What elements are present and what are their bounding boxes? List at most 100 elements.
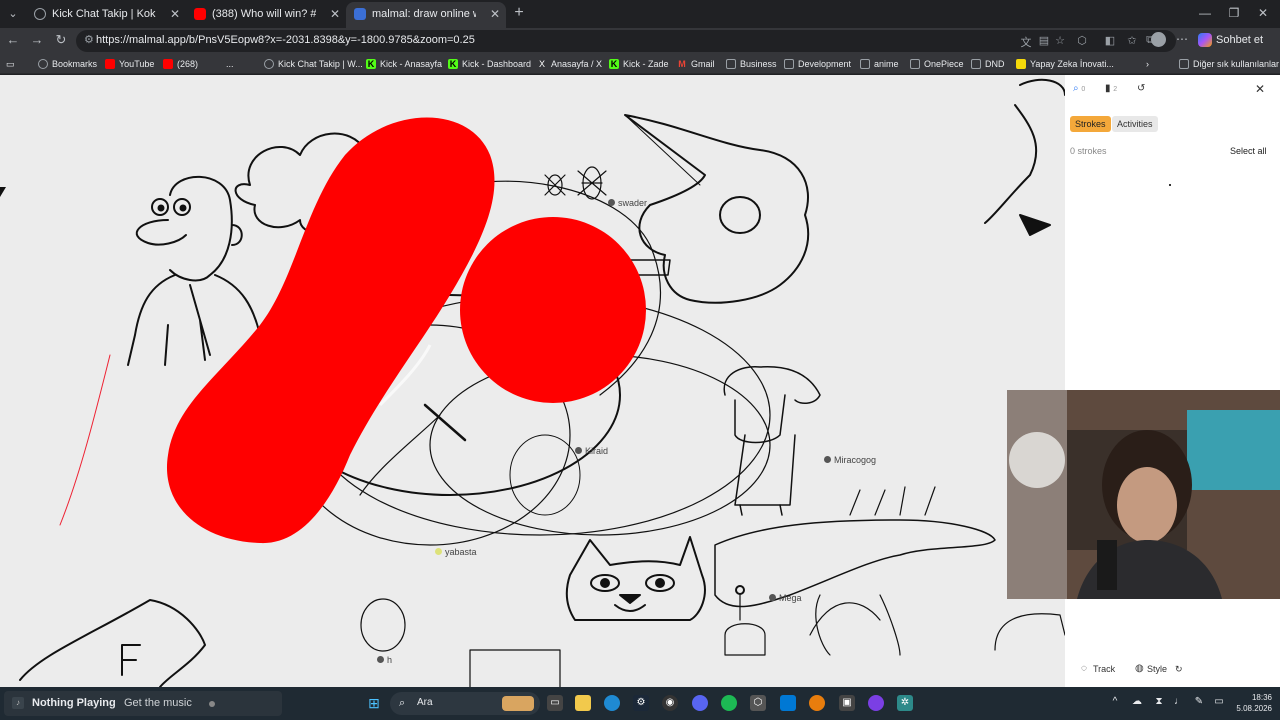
reload-icon[interactable]: ↻ (52, 32, 70, 48)
user-dot-icon (824, 456, 831, 463)
app-gear-icon[interactable]: ✲ (897, 695, 913, 711)
bookmark-label: Yapay Zeka İnovati... (1030, 59, 1114, 69)
edge-icon[interactable] (604, 695, 620, 711)
tab-title: Kick Chat Takip | KokoWich (52, 8, 156, 20)
blender-icon[interactable] (809, 695, 825, 711)
monitor-icon[interactable]: ▭ (1212, 696, 1226, 707)
tab-malmal[interactable]: malmal: draw online with friends ✕ (346, 2, 506, 28)
browser-toolbar: ← → ↻ ⚙ https://malmal.app/b/PnsV5Eopw8?… (0, 28, 1280, 54)
search-icon: ⌕ (399, 697, 406, 709)
network-icon[interactable]: ⧗ (1152, 696, 1166, 707)
folder-icon (726, 59, 736, 69)
tab-label: Activities (1117, 119, 1153, 129)
bookmark-folder-anime[interactable]: anime (860, 57, 899, 71)
close-tab-icon[interactable]: ✕ (490, 2, 500, 26)
tab-strokes[interactable]: Strokes (1070, 116, 1111, 132)
tab-search-icon[interactable]: ⌄ (4, 5, 22, 23)
bookmark-gmail[interactable]: M Gmail (677, 57, 714, 71)
restore-icon[interactable]: ❐ (1225, 6, 1243, 20)
reader-icon[interactable]: ▤ (1036, 34, 1052, 47)
address-bar[interactable]: ⚙ https://malmal.app/b/PnsV5Eopw8?x=-203… (76, 30, 1176, 52)
spotify-icon[interactable] (721, 695, 737, 711)
track-button[interactable]: ◌ Track (1081, 663, 1115, 675)
obs-icon[interactable]: ◉ (662, 695, 678, 711)
folder-icon (1179, 59, 1189, 69)
discord-icon[interactable] (692, 695, 708, 711)
new-tab-button[interactable]: + (510, 4, 528, 22)
bookmark-youtube-268[interactable]: (268) (163, 57, 198, 71)
history-icon[interactable]: ↺ (1137, 83, 1145, 94)
close-tab-icon[interactable]: ✕ (170, 2, 180, 26)
select-all-button[interactable]: Select all (1230, 146, 1267, 156)
user-dot-icon (377, 656, 384, 663)
media-subtitle[interactable]: Get the music (124, 697, 192, 709)
translate-icon[interactable]: 文 (1018, 34, 1034, 50)
media-widget[interactable]: ♪ Nothing Playing Get the music (4, 691, 282, 716)
bookmark-label: Kick - Anasayfa (380, 59, 443, 69)
bookmark-label: Kick Chat Takip | W... (278, 59, 363, 69)
minimize-icon[interactable]: — (1196, 6, 1214, 20)
close-window-icon[interactable]: ✕ (1254, 6, 1272, 20)
user-cursor-h: h (377, 654, 392, 666)
back-icon[interactable]: ← (4, 32, 22, 47)
bookmark-ellipsis[interactable]: ... (226, 57, 234, 71)
extension-icon[interactable]: ⬡ (1074, 34, 1090, 47)
cloud-icon[interactable]: ☁ (1130, 696, 1144, 707)
bookmark-kick-chat[interactable]: Kick Chat Takip | W... (264, 57, 363, 71)
layers-button[interactable]: ▮ 2 (1105, 83, 1117, 94)
tab-kick-chat[interactable]: Kick Chat Takip | KokoWich ✕ (26, 2, 186, 28)
star-icon[interactable]: ☆ (1052, 34, 1068, 47)
microphone-icon[interactable]: ♩ (1172, 696, 1186, 707)
system-clock[interactable]: 18:36 5.08.2026 (1232, 692, 1272, 714)
x-icon: X (538, 59, 545, 69)
chevron-up-icon[interactable]: ^ (1108, 696, 1122, 707)
tab-youtube[interactable]: (388) Who will win? #sports #ufc # ✕ (186, 2, 346, 28)
taskbar-search[interactable]: ⌕ Ara (390, 692, 540, 715)
user-cursor-kiraid: Kiraid (575, 445, 608, 457)
chevron-right-icon[interactable]: › (1146, 57, 1149, 71)
bookmark-label: OnePiece (924, 59, 964, 69)
bookmark-folder-dnd[interactable]: DND (971, 57, 1005, 71)
music-note-icon: ♪ (12, 697, 24, 709)
bookmark-folder-onepiece[interactable]: OnePiece (910, 57, 964, 71)
steam-icon[interactable]: ⚙ (633, 695, 649, 711)
profile-avatar[interactable] (1151, 32, 1166, 47)
vscode-icon[interactable] (780, 695, 796, 711)
palette-icon: ◍ (1135, 663, 1144, 674)
app-window-icon[interactable]: ▣ (839, 695, 855, 711)
split-screen-icon[interactable]: ◧ (1102, 34, 1118, 47)
reset-icon[interactable]: ↻ (1175, 663, 1183, 675)
more-menu-icon[interactable]: ⋯ (1176, 32, 1188, 46)
favorites-icon[interactable]: ✩ (1124, 34, 1140, 47)
drawing-canvas[interactable]: swader Kiraid Miracogog yabasta Mega h (0, 75, 1065, 687)
forward-icon[interactable]: → (28, 32, 46, 47)
bookmark-x[interactable]: X Anasayfa / X (537, 57, 602, 71)
github-desktop-icon[interactable] (868, 695, 884, 711)
bookmark-kick-dashboard[interactable]: K Kick - Dashboard (448, 57, 531, 71)
bookmark-other-favorites[interactable]: Diğer sık kullanılanlar (1179, 57, 1279, 71)
url-text[interactable]: https://malmal.app/b/PnsV5Eopw8?x=-2031.… (96, 34, 475, 46)
bookmark-folder-development[interactable]: Development (784, 57, 851, 71)
file-explorer-icon[interactable] (575, 695, 591, 711)
pen-icon[interactable]: ✎ (1192, 696, 1206, 707)
search-strokes-button[interactable]: ⌕ 0 (1073, 83, 1085, 94)
tab-activities[interactable]: Activities (1112, 116, 1158, 132)
tab-title: malmal: draw online with friends (372, 8, 476, 20)
ai-icon (1016, 59, 1026, 69)
bookmark-youtube[interactable]: YouTube (105, 57, 154, 71)
user-cursor-miracogog: Miracogog (824, 454, 876, 466)
close-tab-icon[interactable]: ✕ (330, 2, 340, 26)
sidebar-toggle-icon[interactable]: ▭ (6, 57, 15, 71)
copilot-button[interactable]: Sohbet et (1198, 31, 1263, 49)
task-view-icon[interactable]: ▭ (547, 695, 563, 711)
bookmark-folder-business[interactable]: Business (726, 57, 777, 71)
bookmark-kick-anasayfa[interactable]: K Kick - Anasayfa (366, 57, 442, 71)
style-button[interactable]: ◍ Style (1135, 663, 1167, 675)
site-info-icon[interactable]: ⚙ (84, 33, 94, 46)
bookmark-bookmarks[interactable]: Bookmarks (38, 57, 97, 71)
close-panel-icon[interactable]: ✕ (1255, 82, 1265, 96)
bookmark-ai[interactable]: Yapay Zeka İnovati... (1016, 57, 1114, 71)
bookmark-kick-zade[interactable]: K Kick - Zade (609, 57, 669, 71)
app-cube-icon[interactable]: ⬡ (750, 695, 766, 711)
start-windows-icon[interactable]: ⊞ (366, 695, 382, 711)
